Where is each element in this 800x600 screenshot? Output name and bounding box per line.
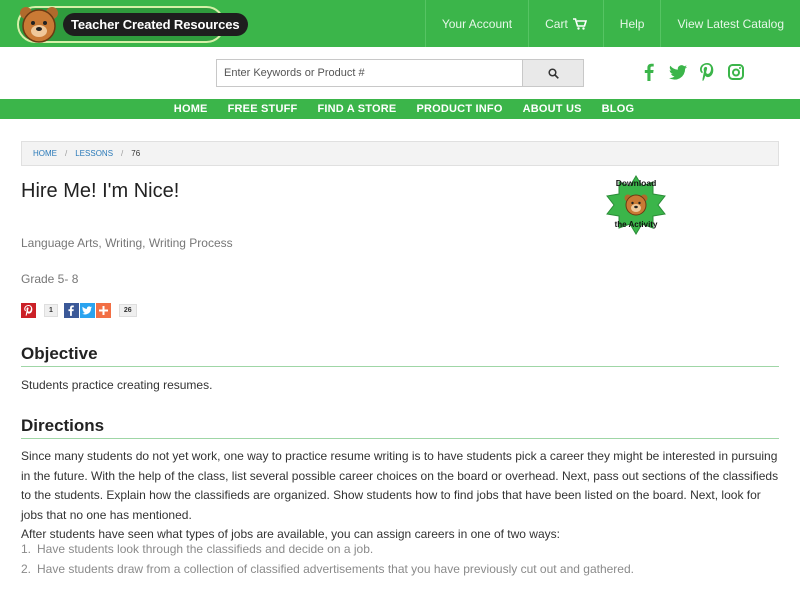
breadcrumb-current: 76 [131,149,141,158]
your-account-link[interactable]: Your Account [424,0,528,47]
step-text: Have students look through the classifie… [37,542,374,556]
breadcrumb-lessons[interactable]: LESSONS [75,149,113,158]
facebook-share-button[interactable] [63,303,79,318]
bear-logo-icon [20,7,58,43]
twitter-icon [82,306,93,315]
search-button[interactable] [522,59,584,87]
cart-link[interactable]: Cart [528,0,603,47]
download-activity-button[interactable]: Download the Activity [602,174,670,236]
step-number: 2. [21,561,32,576]
plus-icon [98,306,108,315]
total-share-count: 26 [118,304,137,317]
your-account-label: Your Account [441,16,513,31]
page-title: Hire Me! I'm Nice! [21,180,180,202]
cart-icon [572,17,587,30]
pinterest-icon[interactable] [698,62,716,82]
nav-home[interactable]: HOME [164,99,218,119]
search-input[interactable] [216,59,523,87]
pinterest-share-button[interactable] [21,303,36,318]
breadcrumb: HOME / LESSONS / 76 [21,141,779,166]
view-catalog-label: View Latest Catalog [677,16,784,31]
site-logo[interactable]: Teacher Created Resources [17,6,248,43]
list-item: 1. Have students look through the classif… [21,540,781,560]
main-nav: HOME FREE STUFF FIND A STORE PRODUCT INF… [0,99,800,119]
objective-heading: Objective [21,344,779,367]
breadcrumb-separator: / [65,149,68,158]
search-row [0,47,800,99]
activity-label: the Activity [615,220,658,229]
more-share-button[interactable] [95,303,111,318]
step-number: 1. [21,542,32,556]
directions-heading: Directions [21,416,779,439]
download-label: Download [616,178,657,188]
top-bar: Teacher Created Resources Your Account C… [0,0,800,47]
top-nav: Your Account Cart Help View Latest Catal… [424,0,800,47]
facebook-icon [68,305,75,316]
step-text: Have students draw from a collection of … [37,561,634,576]
nav-find-a-store[interactable]: FIND A STORE [307,99,406,119]
share-buttons: 1 26 [21,303,143,318]
twitter-share-button[interactable] [79,303,95,318]
lesson-subjects: Language Arts, Writing, Writing Process [21,236,233,250]
help-link[interactable]: Help [602,0,661,47]
lesson-grade: Grade 5- 8 [21,272,79,286]
nav-free-stuff[interactable]: FREE STUFF [218,99,308,119]
objective-text: Students practice creating resumes. [21,378,213,392]
help-label: Help [619,16,645,31]
view-catalog-link[interactable]: View Latest Catalog [660,0,800,47]
twitter-icon[interactable] [669,62,687,82]
list-item: 2. Have students draw from a collection o… [21,560,781,580]
nav-about-us[interactable]: ABOUT US [513,99,592,119]
logo-text: Teacher Created Resources [63,13,248,36]
pinterest-icon [24,305,33,316]
facebook-icon[interactable] [640,62,658,82]
directions-steps: 1. Have students look through the classif… [21,540,781,579]
directions-paragraph: Since many students do not yet work, one… [21,449,779,522]
instagram-icon[interactable] [727,62,745,82]
search-icon [547,67,559,79]
breadcrumb-home[interactable]: HOME [33,149,57,158]
directions-body: Since many students do not yet work, one… [21,447,781,545]
nav-blog[interactable]: BLOG [592,99,645,119]
breadcrumb-separator: / [121,149,124,158]
cart-label: Cart [545,16,568,31]
nav-product-info[interactable]: PRODUCT INFO [406,99,512,119]
pinterest-share-count: 1 [44,304,58,317]
social-links [640,62,745,82]
